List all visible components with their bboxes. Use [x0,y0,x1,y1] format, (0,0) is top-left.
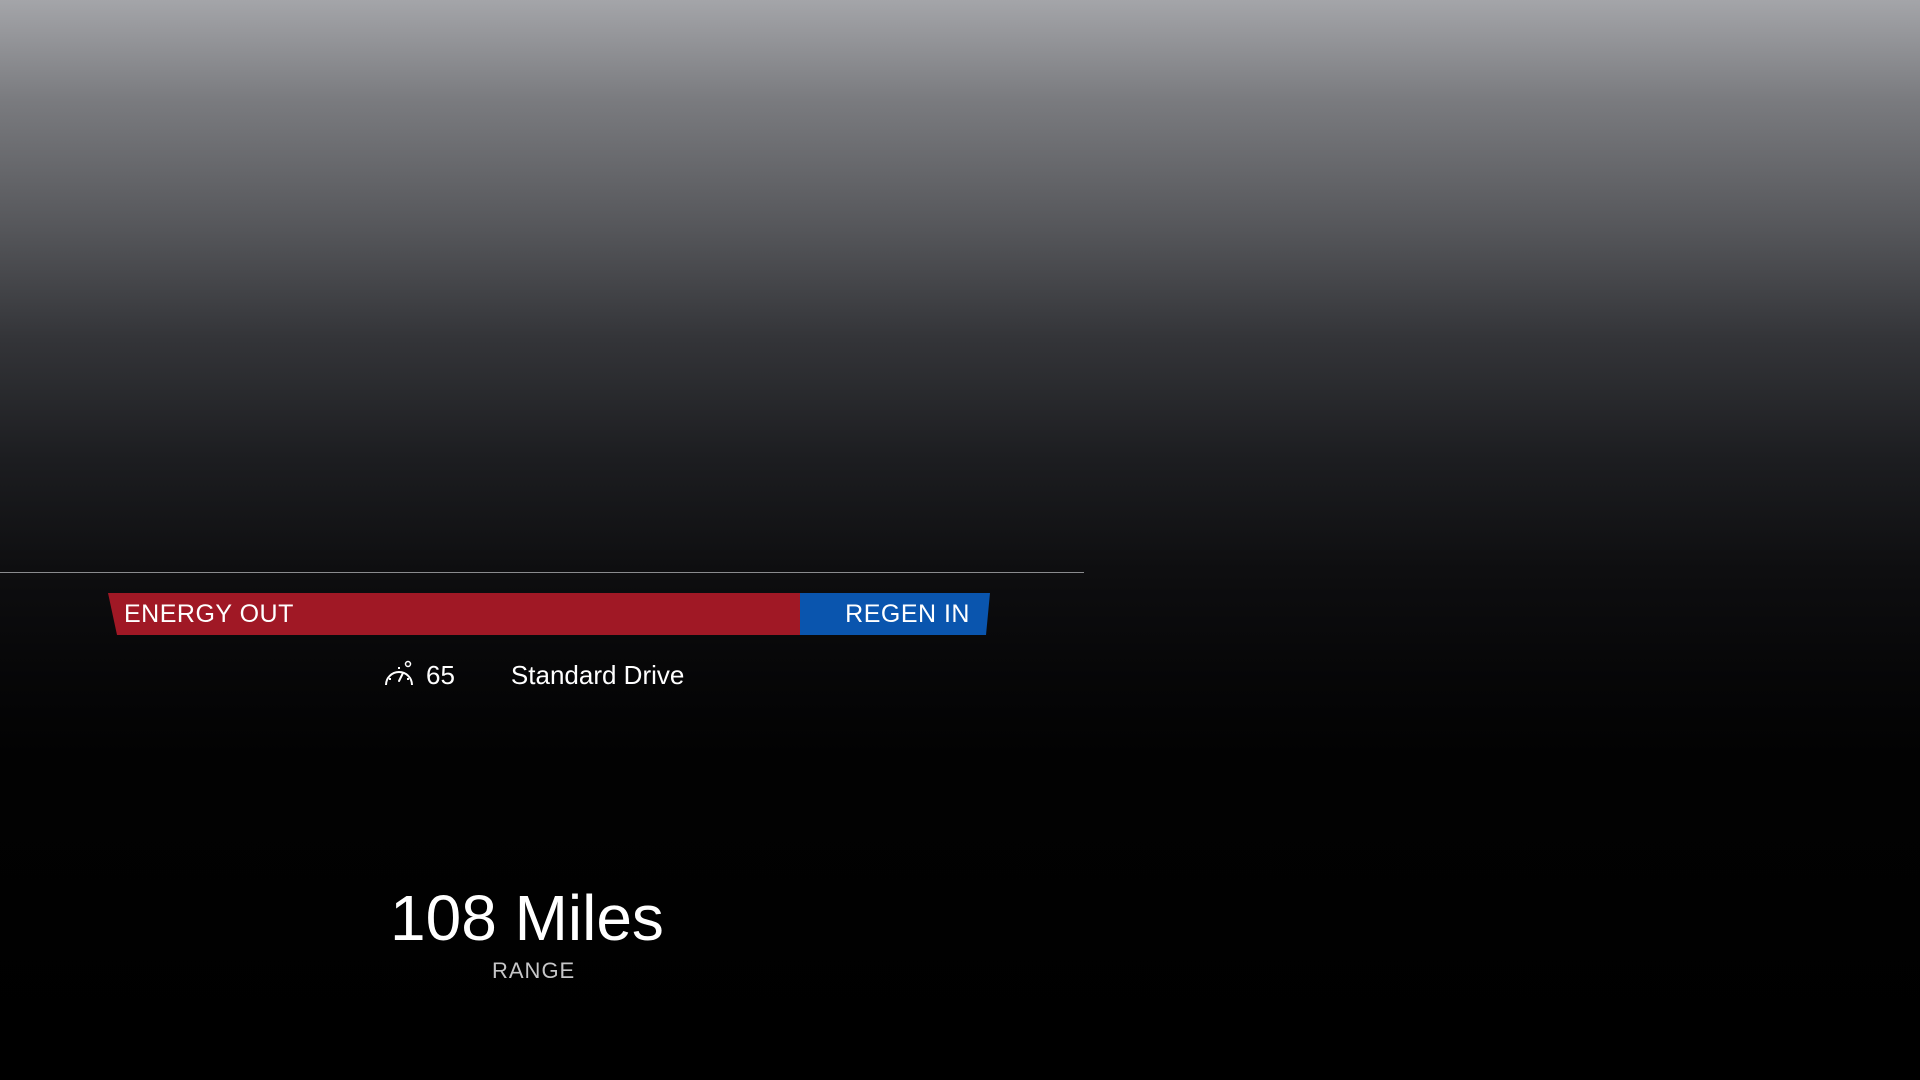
energy-out-segment: ENERGY OUT [108,593,800,635]
drive-status-row: 65 Standard Drive [382,655,684,695]
energy-out-label: ENERGY OUT [124,599,294,628]
range-value: 108 Miles [390,882,664,954]
range-label: RANGE [492,958,576,983]
speedometer-icon [382,660,416,690]
divider-line [0,572,1084,573]
speed-value: 65 [426,659,455,690]
regen-in-label: REGEN IN [845,599,970,628]
drive-mode-label: Standard Drive [510,659,685,690]
energy-bar: ENERGY OUT REGEN IN [108,593,990,635]
regen-in-segment: REGEN IN [800,593,990,635]
